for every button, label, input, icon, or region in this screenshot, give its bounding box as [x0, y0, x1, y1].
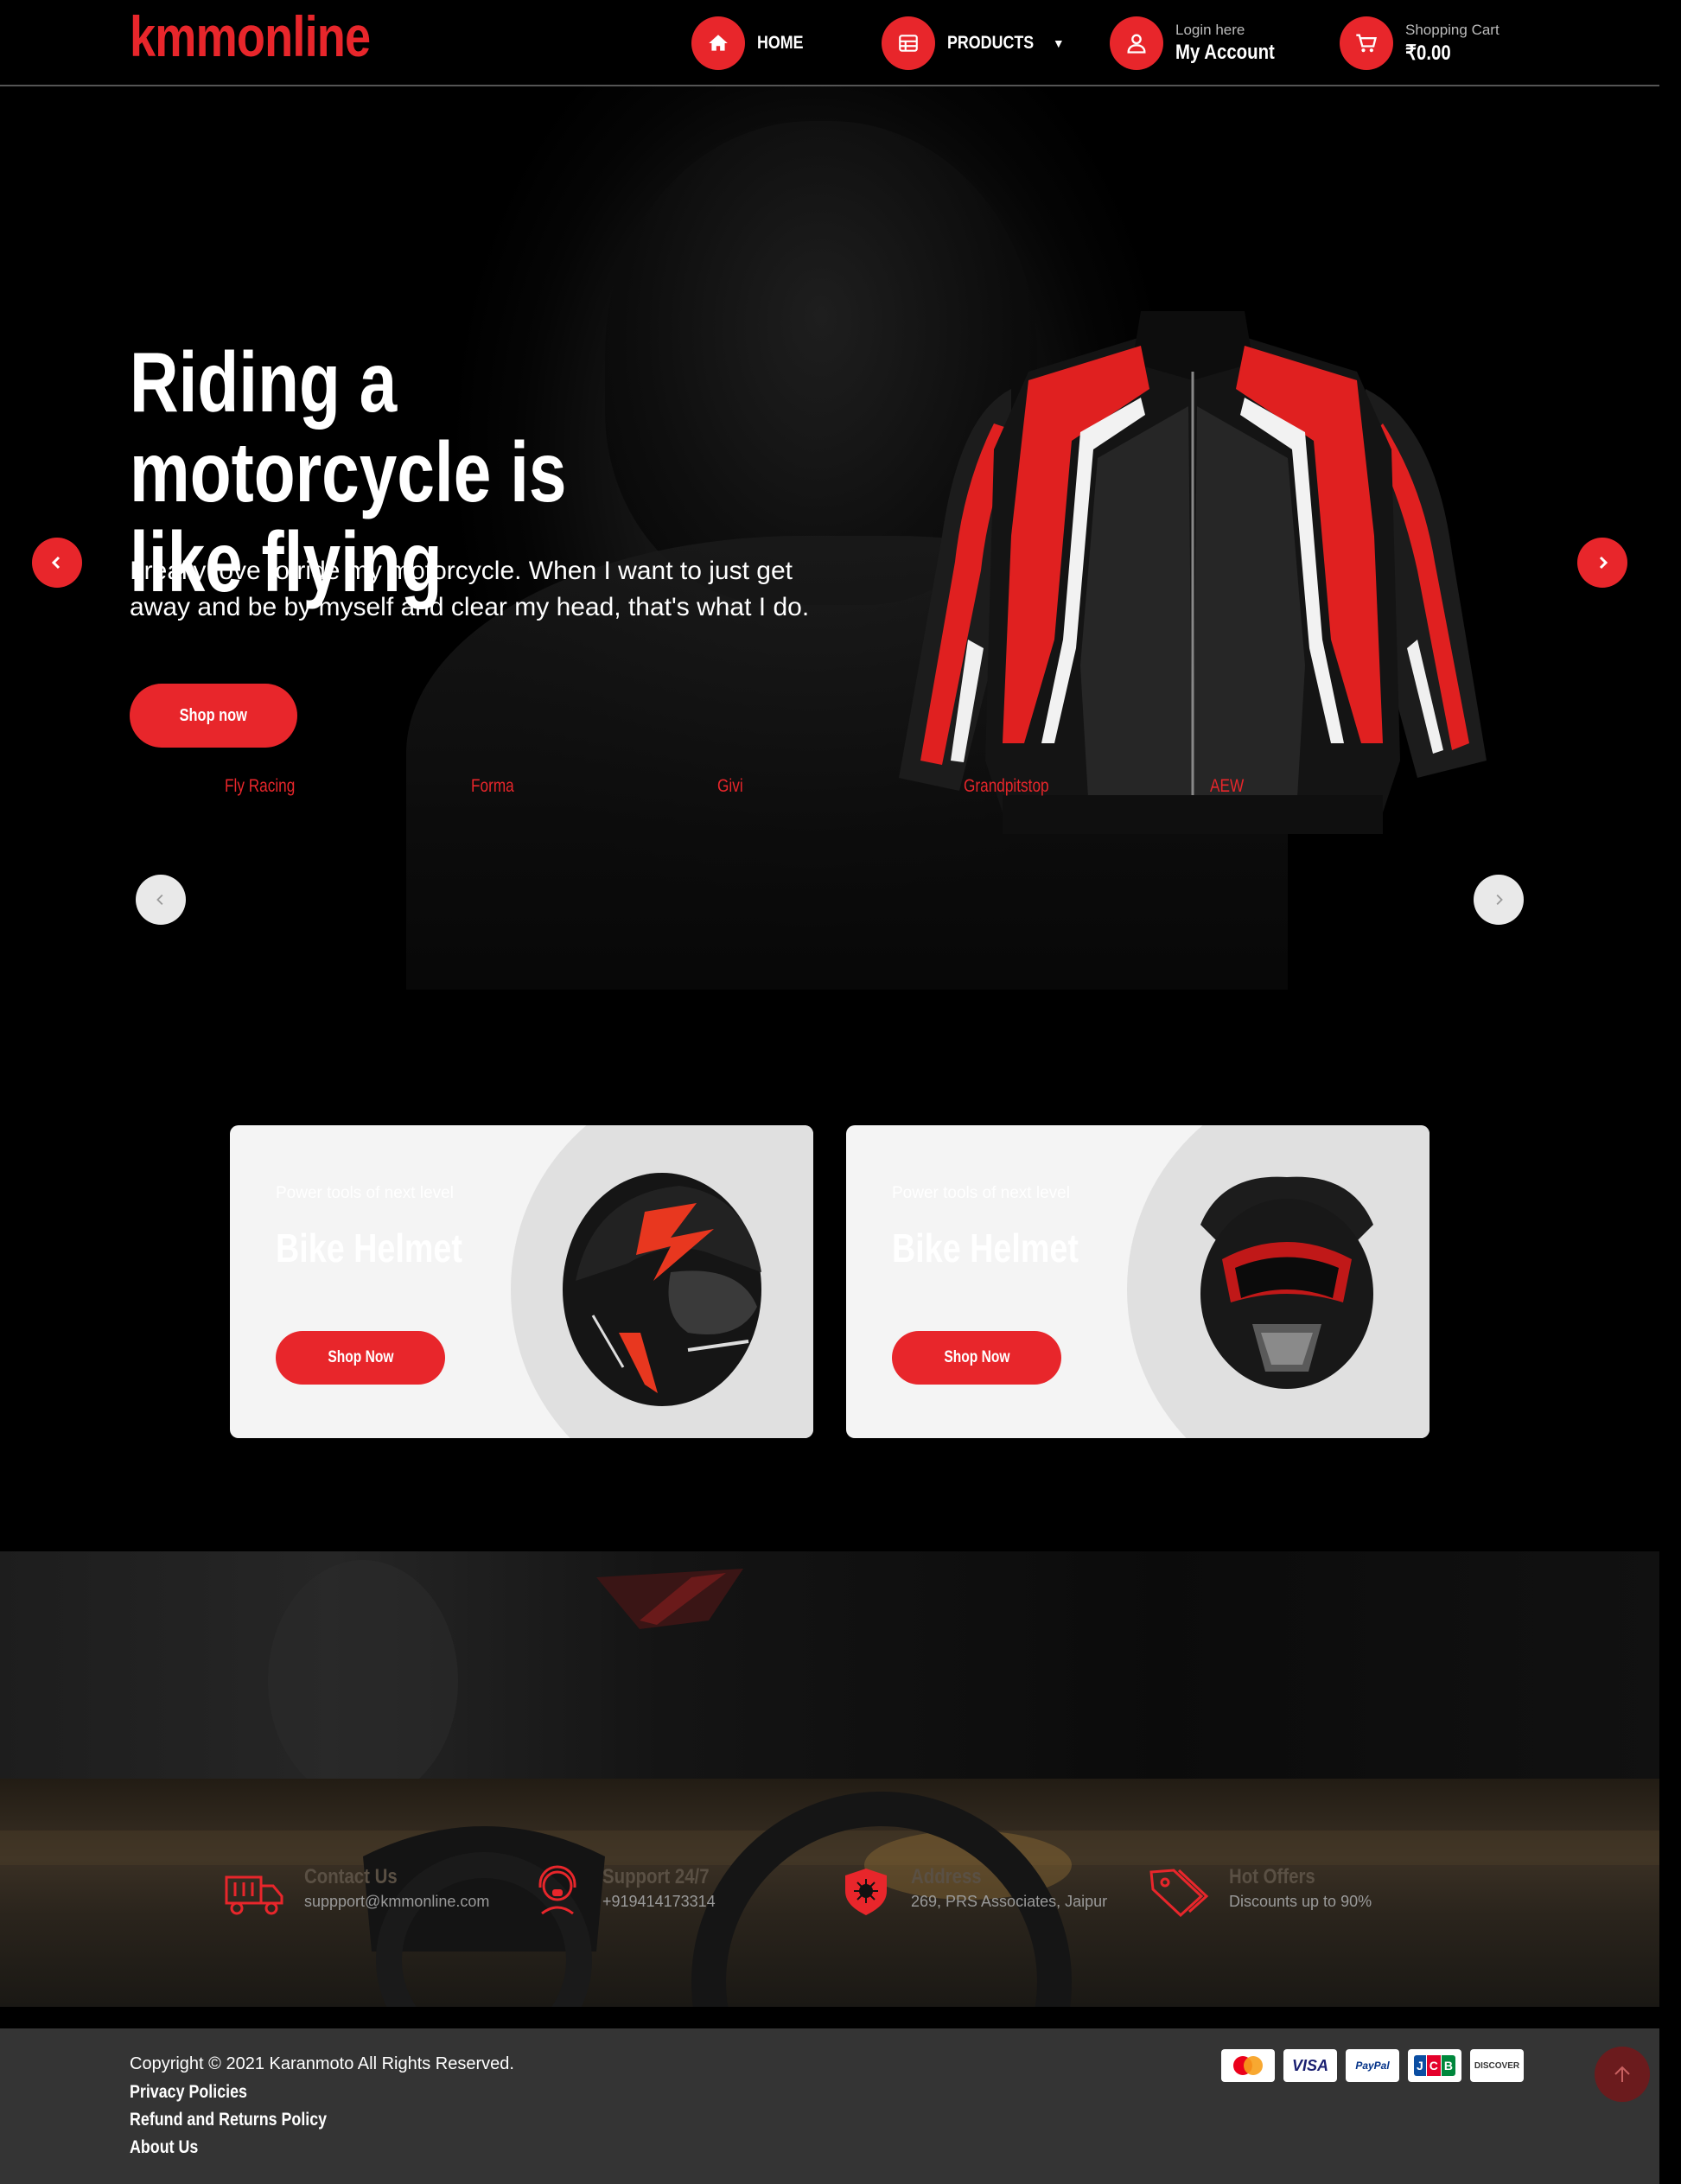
- chevron-right-icon: [1496, 894, 1503, 906]
- caret-down-icon: ▼: [1052, 36, 1065, 50]
- promo-title: Bike Helmet: [276, 1226, 462, 1270]
- cart-icon: [1340, 16, 1393, 70]
- page-edge: [1659, 0, 1681, 2184]
- features-strip: Contact Us suppport@kmmonline.com Suppor…: [0, 1779, 1659, 2007]
- brand-link[interactable]: Fly Racing: [225, 776, 295, 797]
- hero-description: I really love to ride my motorcycle. Whe…: [130, 557, 810, 621]
- account-label: My Account: [1175, 41, 1275, 64]
- banner-image: [268, 1560, 743, 1802]
- brands-next-button[interactable]: [1474, 875, 1524, 925]
- brand-link[interactable]: Givi: [717, 776, 743, 797]
- cart-label: Shopping Cart: [1405, 21, 1500, 38]
- discover-logo: DISCOVER: [1470, 2049, 1524, 2082]
- parallax-banner: [0, 1551, 1659, 1802]
- feature-offers-text: Discounts up to 90%: [1229, 1893, 1372, 1910]
- truck-icon: [225, 1875, 283, 1915]
- nav-account[interactable]: Login here My Account: [1110, 16, 1292, 71]
- user-icon: [1110, 16, 1163, 70]
- promo-shop-button-label: Shop Now: [943, 1348, 1010, 1366]
- nav-home-label: HOME: [757, 33, 804, 53]
- feature-address: Address 269, PRS Associates, Jaipur: [840, 1865, 1107, 1917]
- footer-link-privacy[interactable]: Privacy Policies: [130, 2082, 247, 2103]
- site-logo[interactable]: kmmonline: [130, 3, 371, 69]
- cart-total: ₹0.00: [1405, 41, 1451, 65]
- feature-email[interactable]: suppport@kmmonline.com: [304, 1893, 489, 1911]
- brand-link[interactable]: Forma: [471, 776, 514, 797]
- chevron-right-icon: [1599, 556, 1608, 570]
- account-login-hint: Login here: [1175, 22, 1245, 38]
- nav-products-label: PRODUCTS: [947, 33, 1035, 53]
- support-headset-icon: [538, 1865, 576, 1915]
- promo-subtitle: Power tools of next level: [892, 1184, 1070, 1202]
- tag-icon: [1149, 1869, 1209, 1917]
- promo-title: Bike Helmet: [892, 1226, 1079, 1270]
- visa-logo: VISA: [1283, 2049, 1337, 2082]
- feature-title: Contact Us: [304, 1865, 398, 1888]
- hero-shop-button-label: Shop now: [179, 705, 248, 725]
- paypal-logo: PayPal: [1346, 2049, 1399, 2082]
- site-footer: Copyright © 2021 Karanmoto All Rights Re…: [0, 2028, 1659, 2184]
- nav-home[interactable]: HOME: [691, 16, 812, 71]
- feature-title: Address: [911, 1865, 982, 1888]
- feature-support: Support 24/7 +919414173314: [532, 1865, 728, 1917]
- brand-link[interactable]: Grandpitstop: [964, 776, 1049, 797]
- promo-card: Power tools of next level Bike Helmet Sh…: [230, 1125, 813, 1438]
- promo-shop-button[interactable]: Shop Now: [892, 1331, 1061, 1385]
- brand-link[interactable]: AEW: [1210, 776, 1244, 797]
- helmet-image: [563, 1173, 761, 1406]
- footer-link-about[interactable]: About Us: [130, 2137, 198, 2158]
- chevron-left-icon: [156, 894, 163, 906]
- site-header: kmmonline HOME PRODUCTS ▼ Login here My …: [0, 0, 1659, 86]
- feature-title: Support 24/7: [602, 1865, 710, 1888]
- shield-icon: [845, 1869, 887, 1915]
- nav-products[interactable]: PRODUCTS ▼: [882, 16, 1065, 71]
- jcb-logo: J C B: [1408, 2049, 1461, 2082]
- brands-prev-button[interactable]: [136, 875, 186, 925]
- feature-phone[interactable]: +919414173314: [602, 1893, 728, 1911]
- feature-offers: Hot Offers Discounts up to 90%: [1148, 1865, 1372, 1917]
- hero-shop-button[interactable]: Shop now: [130, 684, 297, 748]
- hero-next-button[interactable]: [1577, 538, 1627, 588]
- chevron-left-icon: [51, 556, 60, 570]
- back-to-top-button[interactable]: [1595, 2047, 1650, 2102]
- footer-link-refund[interactable]: Refund and Returns Policy: [130, 2110, 327, 2130]
- home-icon: [691, 16, 745, 70]
- helmet-image: [1200, 1176, 1373, 1389]
- promo-subtitle: Power tools of next level: [276, 1184, 454, 1202]
- feature-contact: Contact Us suppport@kmmonline.com: [223, 1865, 489, 1917]
- hero-slider: Riding a motorcycle is like flying I rea…: [0, 86, 1659, 990]
- hero-prev-button[interactable]: [32, 538, 82, 588]
- grid-list-icon: [882, 16, 935, 70]
- promo-shop-button[interactable]: Shop Now: [276, 1331, 445, 1385]
- copyright-text: Copyright © 2021 Karanmoto All Rights Re…: [130, 2054, 514, 2073]
- promo-shop-button-label: Shop Now: [327, 1348, 394, 1366]
- promo-card: Power tools of next level Bike Helmet Sh…: [846, 1125, 1429, 1438]
- nav-cart[interactable]: Shopping Cart ₹0.00: [1340, 16, 1500, 71]
- feature-title: Hot Offers: [1229, 1865, 1315, 1888]
- arrow-up-icon: [1614, 2066, 1630, 2082]
- mastercard-logo: [1221, 2049, 1275, 2082]
- feature-address-text: 269, PRS Associates, Jaipur: [911, 1893, 1108, 1910]
